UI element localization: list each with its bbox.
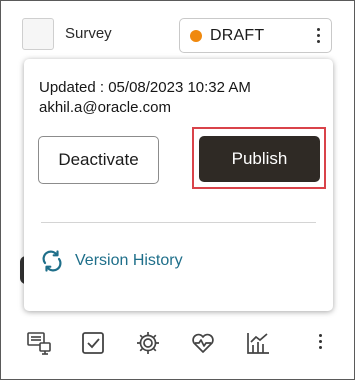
status-menu-button[interactable]: DRAFT [179,18,332,53]
survey-thumbnail[interactable] [22,18,54,50]
divider [41,222,316,223]
chart-icon[interactable] [245,330,271,356]
heart-pulse-icon[interactable] [190,330,216,356]
publish-button[interactable]: Publish [199,136,320,182]
gear-icon[interactable] [135,330,161,356]
updated-timestamp: Updated : 05/08/2023 10:32 AM [39,79,251,96]
survey-card: Survey DRAFT Updated : 05/08/2023 10:32 … [0,0,355,380]
status-label: DRAFT [210,27,265,44]
version-history-link[interactable]: Version History [40,248,183,274]
kebab-vertical-icon[interactable] [308,25,328,47]
version-history-label: Version History [75,252,183,269]
updated-by-email: akhil.a@oracle.com [39,99,171,116]
refresh-icon [42,250,62,272]
deactivate-button[interactable]: Deactivate [38,136,159,184]
checkbox-icon[interactable] [80,330,106,356]
survey-title: Survey [65,25,112,42]
status-dot-icon [190,30,202,42]
publish-highlight-box: Publish [192,127,326,189]
more-options-icon[interactable] [310,331,330,355]
status-popup: Updated : 05/08/2023 10:32 AM akhil.a@or… [24,59,333,311]
monitor-icon[interactable] [26,330,52,356]
